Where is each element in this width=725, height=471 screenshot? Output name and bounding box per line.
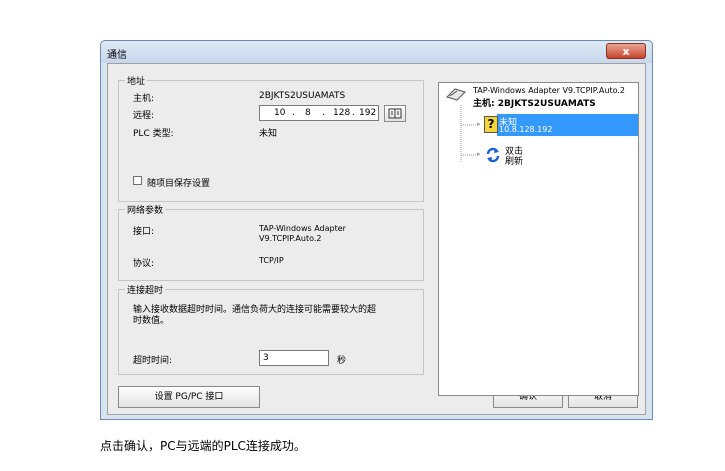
timeout-input[interactable]: 3 <box>259 350 329 366</box>
timeout-legend: 连接超时 <box>125 283 166 296</box>
address-book-button[interactable] <box>384 105 406 122</box>
page-caption: 点击确认，PC与远端的PLC连接成功。 <box>100 439 306 453</box>
ip-octet-3: 128 <box>333 108 351 118</box>
window-title: 通信 <box>107 50 127 61</box>
expand-arrow-icon: ▸ <box>477 150 481 158</box>
address-group: 地址 主机: 2BJKTS2USUAMATS 远程: 10 . 8 . 128 … <box>118 74 424 202</box>
ip-dot: . <box>292 108 295 118</box>
host-label: 主机: <box>133 94 155 104</box>
ip-dot: . <box>352 108 355 118</box>
unknown-node-ip: 10.8.128.192 <box>499 125 553 134</box>
ip-dot: . <box>322 108 325 118</box>
dialog-client-area: 地址 主机: 2BJKTS2USUAMATS 远程: 10 . 8 . 128 … <box>107 63 646 415</box>
save-with-project-label[interactable]: 随项目保存设置 <box>147 176 210 189</box>
refresh-line2: 刷新 <box>505 157 524 167</box>
remote-label: 远程: <box>133 111 155 121</box>
tree-node-unknown[interactable]: ? 未知 10.8.128.192 <box>484 114 638 136</box>
timeout-description-line1: 输入接收数据超时时间。通信负荷大的连接可能需要较大的超 <box>133 305 377 315</box>
timeout-unit: 秒 <box>337 356 347 366</box>
close-button[interactable]: x <box>606 43 646 59</box>
network-params-group: 网络参数 接口: TAP-Windows Adapter V9.TCPIP.Au… <box>118 203 424 281</box>
host-value: 2BJKTS2USUAMATS <box>259 91 346 101</box>
connection-timeout-group: 连接超时 输入接收数据超时时间。通信负荷大的连接可能需要较大的超 时数值。 超时… <box>118 283 424 375</box>
network-tree-panel[interactable]: TAP-Windows Adapter V9.TCPIP.Auto.2 主机: … <box>438 82 639 396</box>
ip-octet-4: 192 <box>359 108 377 118</box>
interface-label: 接口: <box>133 227 155 237</box>
unknown-device-icon: ? <box>484 116 498 133</box>
interface-value-line1: TAP-Windows Adapter <box>259 224 346 233</box>
plc-type-label: PLC 类型: <box>133 129 174 139</box>
ip-octet-1: 10 <box>274 108 286 118</box>
timeout-time-label: 超时时间: <box>133 356 173 366</box>
ip-octet-2: 8 <box>305 108 311 118</box>
save-with-project-checkbox[interactable] <box>133 176 142 185</box>
refresh-icon[interactable] <box>485 147 501 163</box>
timeout-description-line2: 时数值。 <box>133 316 170 326</box>
title-bar[interactable]: 通信 x <box>101 41 652 63</box>
protocol-value: TCP/IP <box>259 256 284 265</box>
protocol-label: 协议: <box>133 259 155 269</box>
address-legend: 地址 <box>125 74 148 87</box>
timeout-input-value: 3 <box>263 353 269 363</box>
plc-type-value: 未知 <box>259 129 278 139</box>
network-legend: 网络参数 <box>125 203 166 216</box>
interface-value-line2: V9.TCPIP.Auto.2 <box>259 234 322 243</box>
set-pgpc-interface-button[interactable]: 设置 PG/PC 接口 <box>118 386 260 408</box>
communication-dialog: 通信 x 地址 主机: 2BJKTS2USUAMATS 远程: 10 . 8 .… <box>100 40 653 420</box>
address-book-icon <box>388 108 402 119</box>
remote-ip-field[interactable]: 10 . 8 . 128 . 192 <box>259 105 379 121</box>
expand-arrow-icon: ▸ <box>477 120 481 128</box>
